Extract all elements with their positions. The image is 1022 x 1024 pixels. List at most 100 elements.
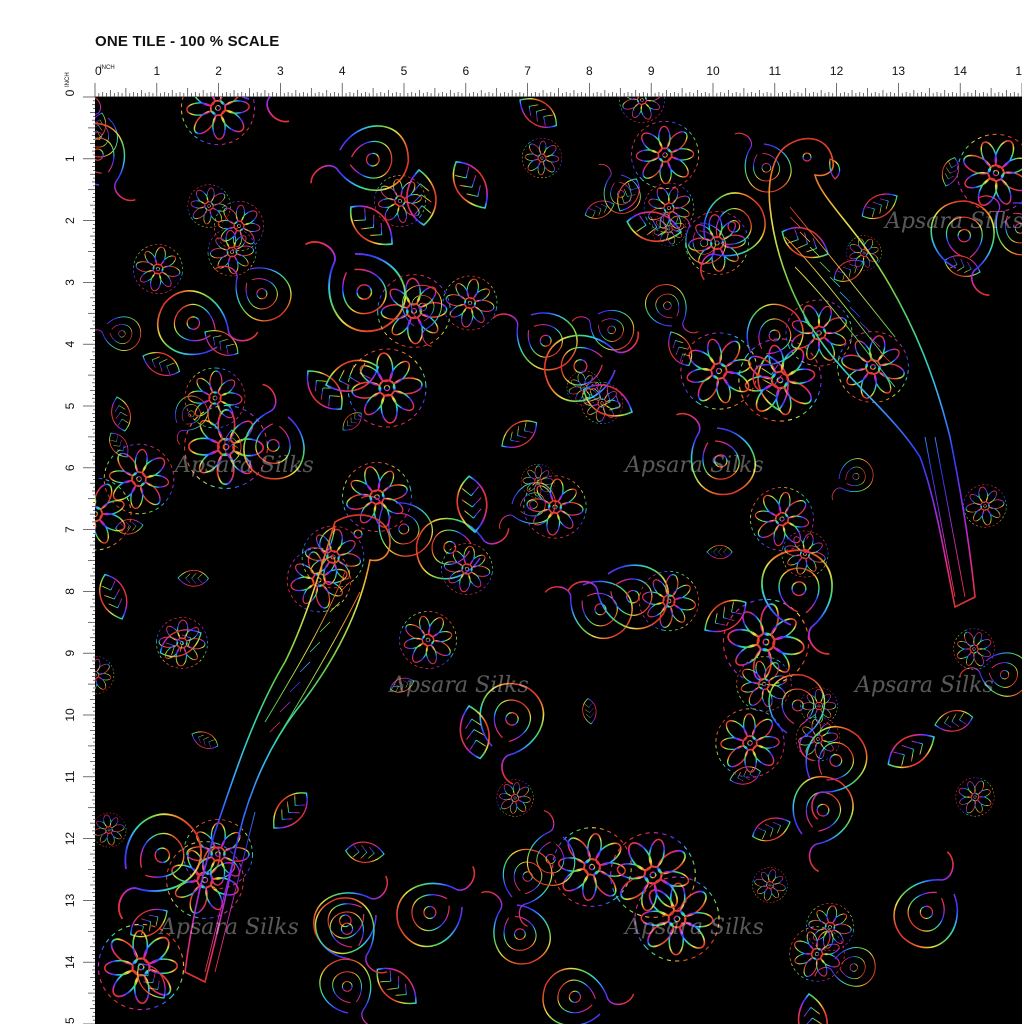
ruler-label: 9 bbox=[63, 650, 77, 657]
leaf-motif bbox=[338, 407, 366, 436]
page-title: ONE TILE - 100 % SCALE bbox=[95, 33, 280, 50]
paisley-motif bbox=[95, 303, 148, 359]
paisley-motif bbox=[532, 954, 635, 1024]
flower-motif bbox=[513, 129, 571, 187]
paisley-motif bbox=[95, 118, 137, 211]
floral-field bbox=[95, 97, 1022, 1024]
paisley-motif bbox=[480, 879, 556, 971]
leaf-motif bbox=[661, 326, 699, 371]
paisley-motif bbox=[309, 891, 388, 986]
paisley-motif bbox=[316, 954, 381, 1024]
flower-motif bbox=[949, 771, 1001, 823]
leaf-motif bbox=[512, 97, 564, 136]
ruler-label: 13 bbox=[892, 64, 906, 78]
ruler-label: 5 bbox=[401, 64, 408, 78]
ruler-label: 2 bbox=[215, 64, 222, 78]
paisley-motif bbox=[409, 508, 510, 592]
watermark: Apsara Silks bbox=[855, 673, 994, 698]
paisley-motif bbox=[360, 476, 441, 566]
left-ruler: 0 1 2 3 4 5 6 7 8 9 10 11 12 13 14 15 INCH bbox=[60, 0, 98, 1024]
ruler-label: 6 bbox=[462, 64, 469, 78]
top-ruler: 0123456789101112131415INCH bbox=[0, 60, 1022, 98]
leaf-motif bbox=[107, 394, 135, 434]
paisley-motif bbox=[774, 713, 883, 821]
leaf-motif bbox=[367, 958, 426, 1014]
flower-motif bbox=[128, 239, 188, 299]
leaf-motif bbox=[495, 413, 544, 456]
flower-motif bbox=[488, 771, 542, 825]
leaf-motif bbox=[264, 783, 317, 838]
ruler-label: 7 bbox=[63, 526, 77, 533]
flower-motif bbox=[182, 365, 248, 431]
leaf-motif bbox=[880, 724, 942, 778]
ruler-label: 1 bbox=[153, 64, 160, 78]
fabric-tile: Apsara Silks Apsara Silks Apsara Silks A… bbox=[95, 97, 1022, 1024]
ruler-label: 11 bbox=[769, 64, 782, 78]
ruler-unit-label: INCH bbox=[100, 65, 115, 71]
ruler-label: 0 bbox=[63, 89, 77, 96]
fabric-pattern bbox=[95, 97, 1022, 1024]
paisley-motif bbox=[304, 216, 417, 345]
ruler-label: 10 bbox=[706, 64, 720, 78]
watermark: Apsara Silks bbox=[160, 915, 299, 940]
top-ruler-scale: 0123456789101112131415INCH bbox=[94, 64, 1022, 98]
ruler-label: 3 bbox=[63, 279, 77, 286]
flower-motif bbox=[700, 693, 800, 793]
flower-motif bbox=[95, 648, 122, 702]
leaf-motif bbox=[177, 569, 209, 587]
leaf-motif bbox=[748, 811, 795, 847]
flower-motif bbox=[737, 474, 827, 564]
paisley-motif bbox=[516, 809, 592, 894]
ruler-label: 14 bbox=[63, 955, 77, 969]
paisley-motif bbox=[878, 850, 991, 961]
ruler-label: 8 bbox=[586, 64, 593, 78]
flower-motif bbox=[437, 539, 497, 599]
flower-motif bbox=[725, 645, 803, 723]
ruler-label: 12 bbox=[63, 832, 77, 846]
leaf-motif bbox=[297, 361, 352, 419]
leaf-motif bbox=[443, 153, 498, 217]
ruler-label: 4 bbox=[63, 341, 77, 348]
paisley-motif bbox=[144, 274, 259, 386]
leaf-motif bbox=[114, 517, 145, 536]
ruler-label: 3 bbox=[277, 64, 284, 78]
ruler-label: 2 bbox=[63, 217, 77, 224]
flower-motif bbox=[203, 190, 275, 262]
ruler-label: 15 bbox=[63, 1017, 77, 1024]
paisley-motif bbox=[310, 114, 415, 201]
flower-motif bbox=[748, 863, 792, 907]
ruler-unit-label: INCH bbox=[65, 72, 71, 87]
paisley-motif bbox=[482, 839, 564, 928]
flower-motif bbox=[635, 174, 703, 242]
leaf-motif bbox=[697, 591, 754, 642]
ruler-label: 5 bbox=[63, 402, 77, 409]
flower-motif bbox=[612, 97, 672, 130]
leaf-motif bbox=[932, 706, 976, 736]
leaf-motif bbox=[188, 726, 222, 754]
watermark: Apsara Silks bbox=[625, 915, 764, 940]
ruler-label: 12 bbox=[830, 64, 844, 78]
watermark: Apsara Silks bbox=[625, 453, 764, 478]
leaf-motif bbox=[706, 545, 733, 559]
leaf-motif bbox=[794, 991, 832, 1024]
flower-motif bbox=[665, 317, 773, 425]
paisley-motif bbox=[544, 551, 645, 653]
ruler-label: 1 bbox=[63, 155, 77, 162]
leaf-motif bbox=[611, 174, 646, 216]
flower-motif bbox=[165, 97, 271, 161]
flower-motif bbox=[343, 344, 431, 432]
flower-motif bbox=[178, 175, 240, 237]
flower-motif bbox=[779, 916, 855, 992]
paisley-motif bbox=[734, 123, 796, 198]
ruler-label: 15 bbox=[1015, 64, 1022, 78]
leaf-motif bbox=[454, 702, 495, 763]
ruler-label: 6 bbox=[63, 464, 77, 471]
flower-motif bbox=[333, 453, 421, 541]
flower-motif bbox=[774, 288, 864, 378]
flower-motif bbox=[388, 600, 468, 680]
flower-motif bbox=[799, 686, 839, 726]
paisley-motif bbox=[304, 875, 405, 962]
leaf-motif bbox=[95, 569, 135, 625]
paisley-motif bbox=[675, 398, 762, 503]
flower-motif bbox=[205, 225, 259, 279]
